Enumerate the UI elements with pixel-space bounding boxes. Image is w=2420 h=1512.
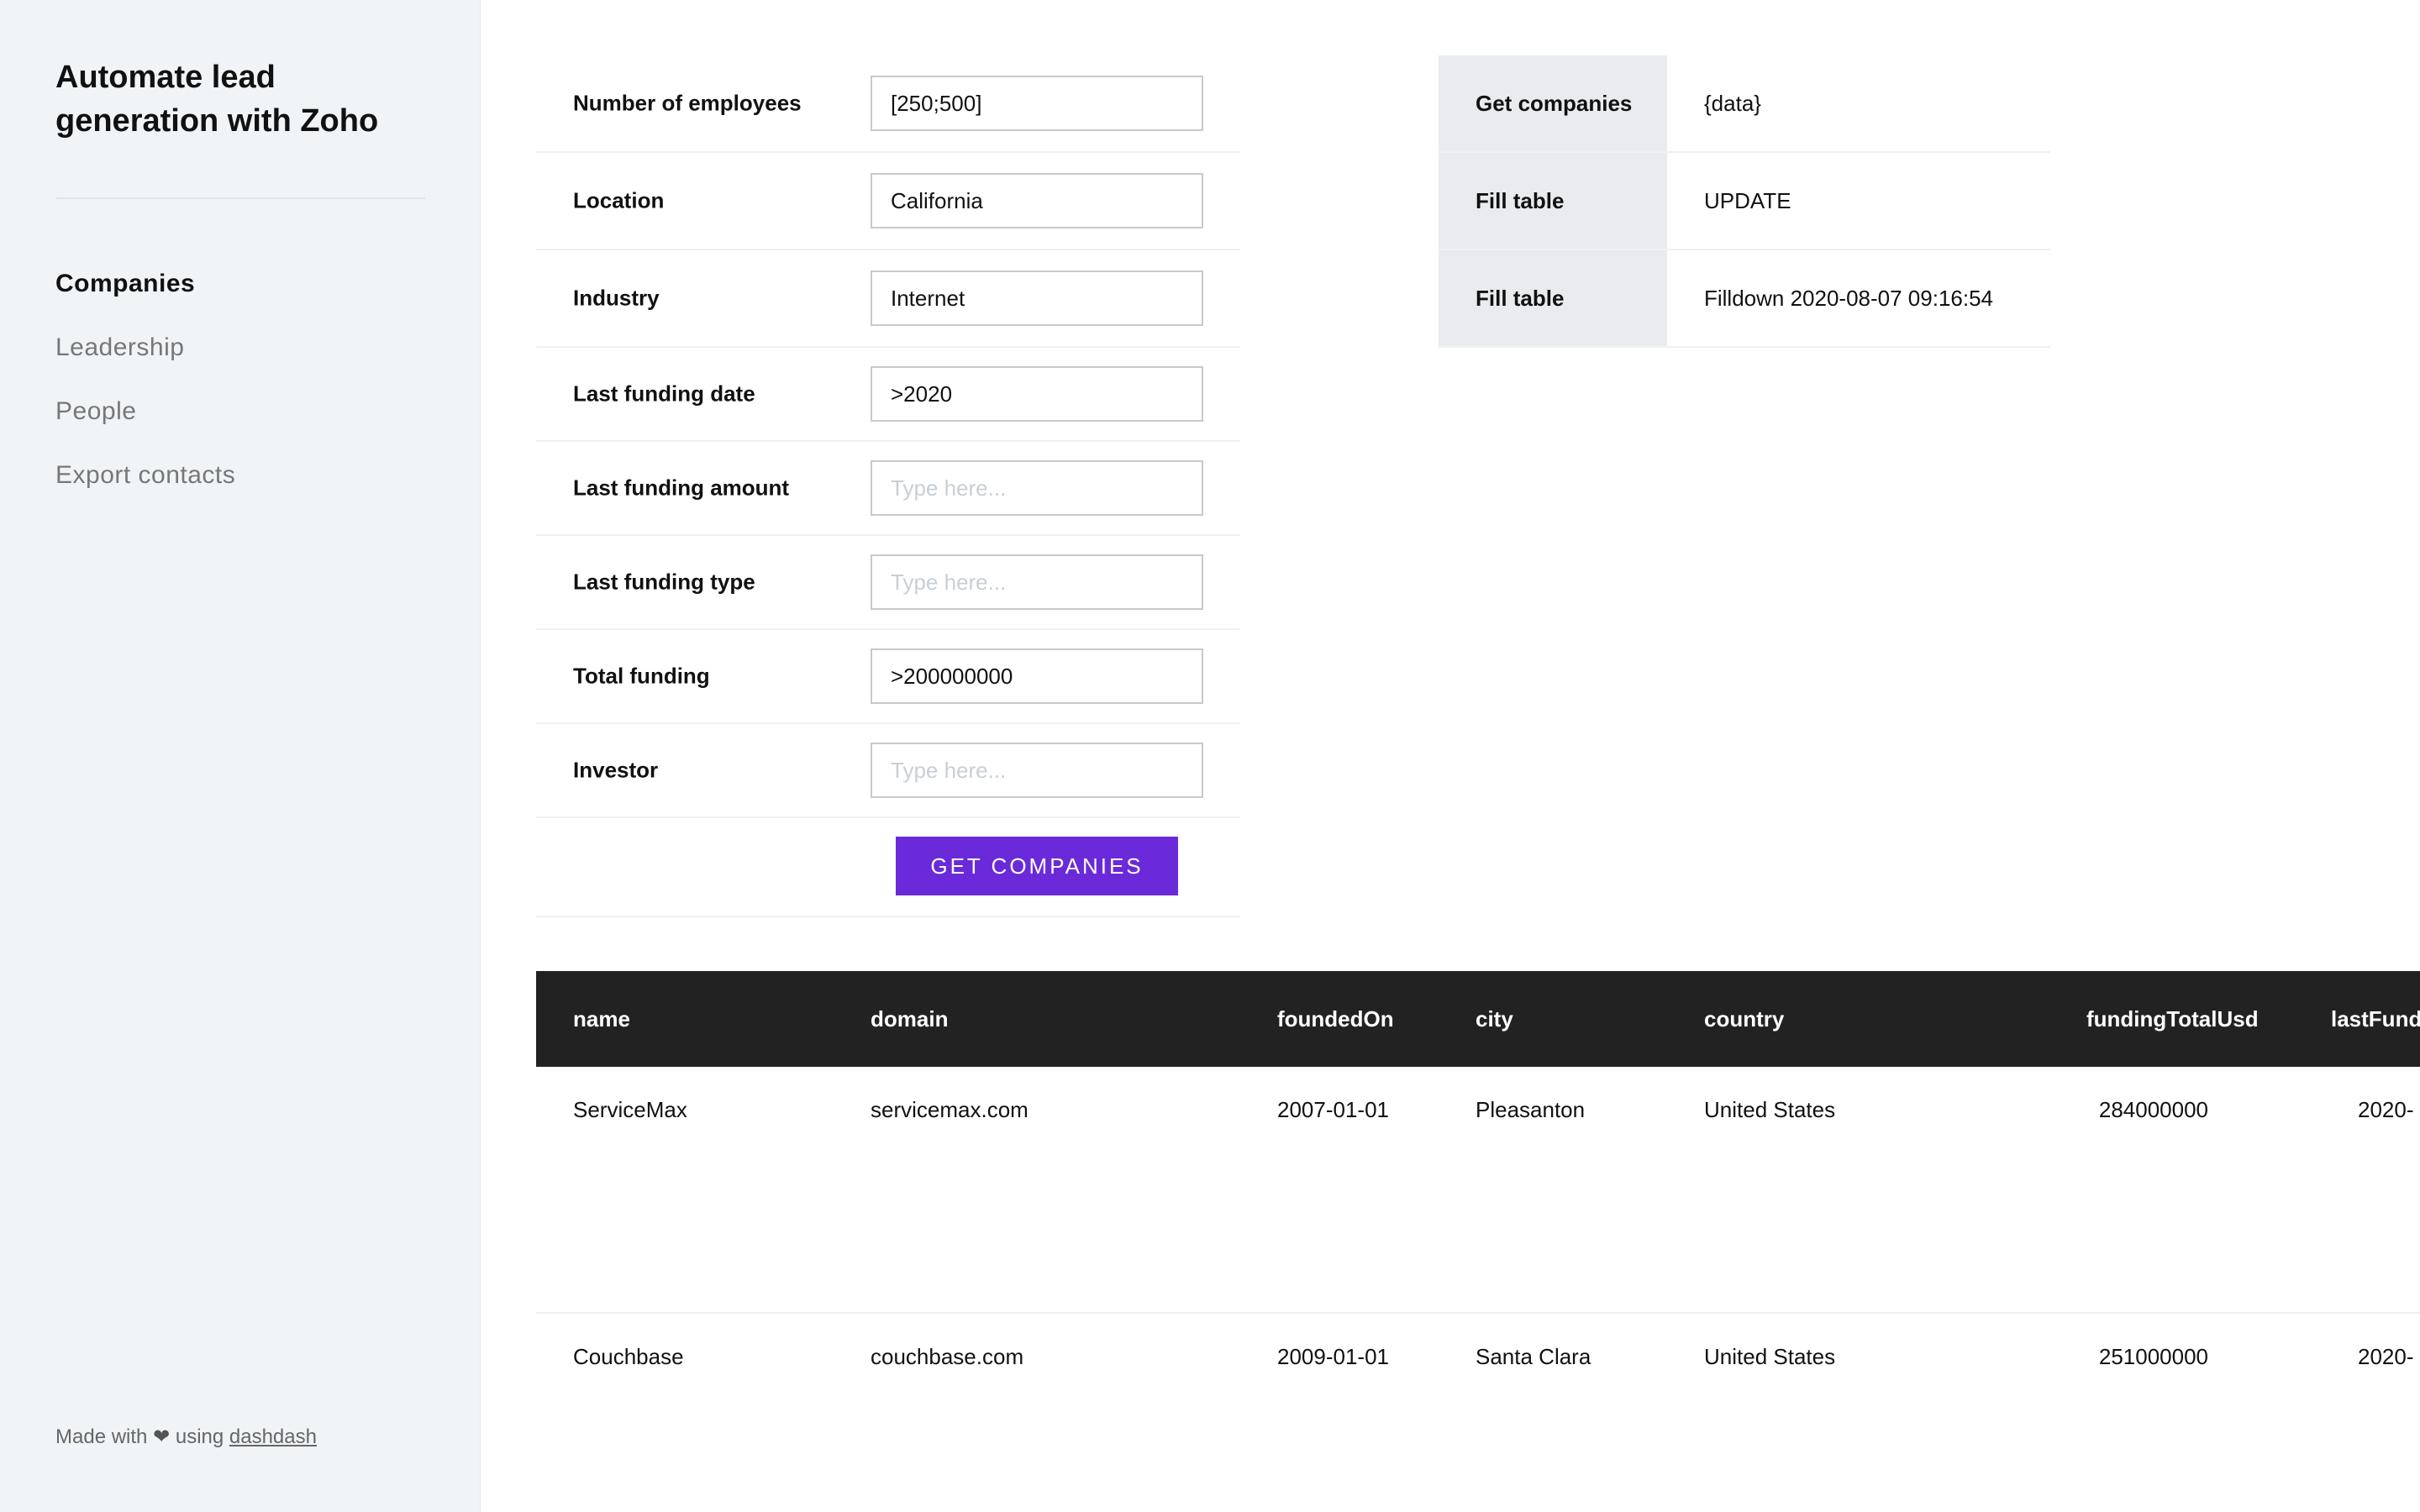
table-row[interactable]: Couchbase couchbase.com 2009-01-01 Santa…	[536, 1314, 2420, 1512]
table-row[interactable]: ServiceMax servicemax.com 2007-01-01 Ple…	[536, 1067, 2420, 1314]
col-header-country[interactable]: country	[1704, 971, 1784, 1067]
cell-funding-total: 284000000	[2098, 1097, 2208, 1122]
employees-label: Number of employees	[573, 90, 802, 116]
form-row-industry: Industry	[536, 250, 1240, 348]
employees-input[interactable]	[871, 76, 1203, 131]
cell-name: Couchbase	[573, 1344, 684, 1369]
form-row-total-funding: Total funding	[536, 630, 1240, 724]
actions-table: Get companies {data} Fill table UPDATE F…	[1439, 55, 2050, 348]
form-row-employees: Number of employees	[536, 55, 1240, 153]
cell-country: United States	[1704, 1344, 1836, 1369]
footer-prefix: Made with	[55, 1425, 148, 1448]
action-row-fill-table-filldown: Fill table Filldown 2020-08-07 09:16:54	[1439, 250, 2050, 348]
fill-table-filldown-value: Filldown 2020-08-07 09:16:54	[1704, 286, 1994, 311]
cell-funding-total: 251000000	[2098, 1344, 2208, 1369]
last-funding-date-label: Last funding date	[573, 381, 755, 407]
location-label: Location	[573, 187, 665, 213]
last-funding-amount-label: Last funding amount	[573, 475, 790, 501]
cell-name: ServiceMax	[573, 1097, 687, 1122]
cell-city: Santa Clara	[1476, 1344, 1591, 1369]
app-title: Automate lead generation with Zoho	[55, 60, 379, 139]
investor-label: Investor	[573, 757, 659, 783]
col-header-last-fund[interactable]: lastFund	[2331, 971, 2420, 1067]
fill-table-filldown-action[interactable]: Fill table	[1439, 250, 1667, 346]
sidebar-nav: Companies Leadership People Export conta…	[55, 252, 425, 507]
company-filter-form: Number of employees Location Industry La…	[536, 55, 1240, 917]
companies-table: name domain foundedOn city country fundi…	[536, 971, 2420, 1512]
cell-last-fund: 2020-	[2358, 1344, 2414, 1369]
col-header-founded-on[interactable]: foundedOn	[1277, 971, 1394, 1067]
form-row-last-funding-type: Last funding type	[536, 536, 1240, 630]
last-funding-date-input[interactable]	[871, 366, 1203, 422]
heart-icon: ❤	[153, 1425, 171, 1448]
col-header-domain[interactable]: domain	[871, 971, 948, 1067]
cell-founded-on: 2009-01-01	[1277, 1344, 1389, 1369]
get-companies-value: {data}	[1704, 91, 1761, 116]
cell-last-fund: 2020-	[2358, 1097, 2414, 1122]
form-row-last-funding-amount: Last funding amount	[536, 442, 1240, 536]
nav-item-companies[interactable]: Companies	[55, 252, 425, 316]
investor-input[interactable]	[871, 743, 1203, 798]
nav-item-people[interactable]: People	[55, 380, 425, 444]
nav-item-leadership[interactable]: Leadership	[55, 316, 425, 380]
form-row-location: Location	[536, 153, 1240, 250]
get-companies-action[interactable]: Get companies	[1439, 55, 1667, 151]
total-funding-label: Total funding	[573, 663, 710, 689]
form-submit-row: GET COMPANIES	[536, 818, 1240, 917]
industry-label: Industry	[573, 285, 660, 311]
footer: Made with ❤ using dashdash	[55, 1425, 317, 1449]
last-funding-type-label: Last funding type	[573, 569, 755, 595]
action-row-fill-table-update: Fill table UPDATE	[1439, 153, 2050, 250]
table-header: name domain foundedOn city country fundi…	[536, 971, 2420, 1067]
nav-item-export-contacts[interactable]: Export contacts	[55, 444, 425, 507]
app-root: Automate lead generation with Zoho Compa…	[0, 0, 2420, 1512]
col-header-funding-total[interactable]: fundingTotalUsd	[2086, 971, 2259, 1067]
form-row-investor: Investor	[536, 724, 1240, 818]
industry-input[interactable]	[871, 270, 1203, 326]
cell-founded-on: 2007-01-01	[1277, 1097, 1389, 1122]
sidebar-divider	[55, 197, 425, 199]
location-input[interactable]	[871, 173, 1203, 228]
cell-domain: couchbase.com	[871, 1344, 1024, 1369]
action-row-get-companies: Get companies {data}	[1439, 55, 2050, 153]
cell-domain: servicemax.com	[871, 1097, 1028, 1122]
footer-middle: using	[175, 1425, 224, 1448]
last-funding-amount-input[interactable]	[871, 460, 1203, 516]
fill-table-update-action[interactable]: Fill table	[1439, 153, 1667, 249]
fill-table-update-value: UPDATE	[1704, 188, 1791, 213]
get-companies-button[interactable]: GET COMPANIES	[896, 837, 1178, 895]
col-header-name[interactable]: name	[573, 971, 630, 1067]
dashdash-link[interactable]: dashdash	[229, 1425, 317, 1448]
sidebar: Automate lead generation with Zoho Compa…	[0, 0, 481, 1512]
total-funding-input[interactable]	[871, 648, 1203, 704]
cell-city: Pleasanton	[1476, 1097, 1586, 1122]
col-header-city[interactable]: city	[1476, 971, 1513, 1067]
cell-country: United States	[1704, 1097, 1836, 1122]
last-funding-type-input[interactable]	[871, 554, 1203, 610]
form-row-last-funding-date: Last funding date	[536, 348, 1240, 442]
